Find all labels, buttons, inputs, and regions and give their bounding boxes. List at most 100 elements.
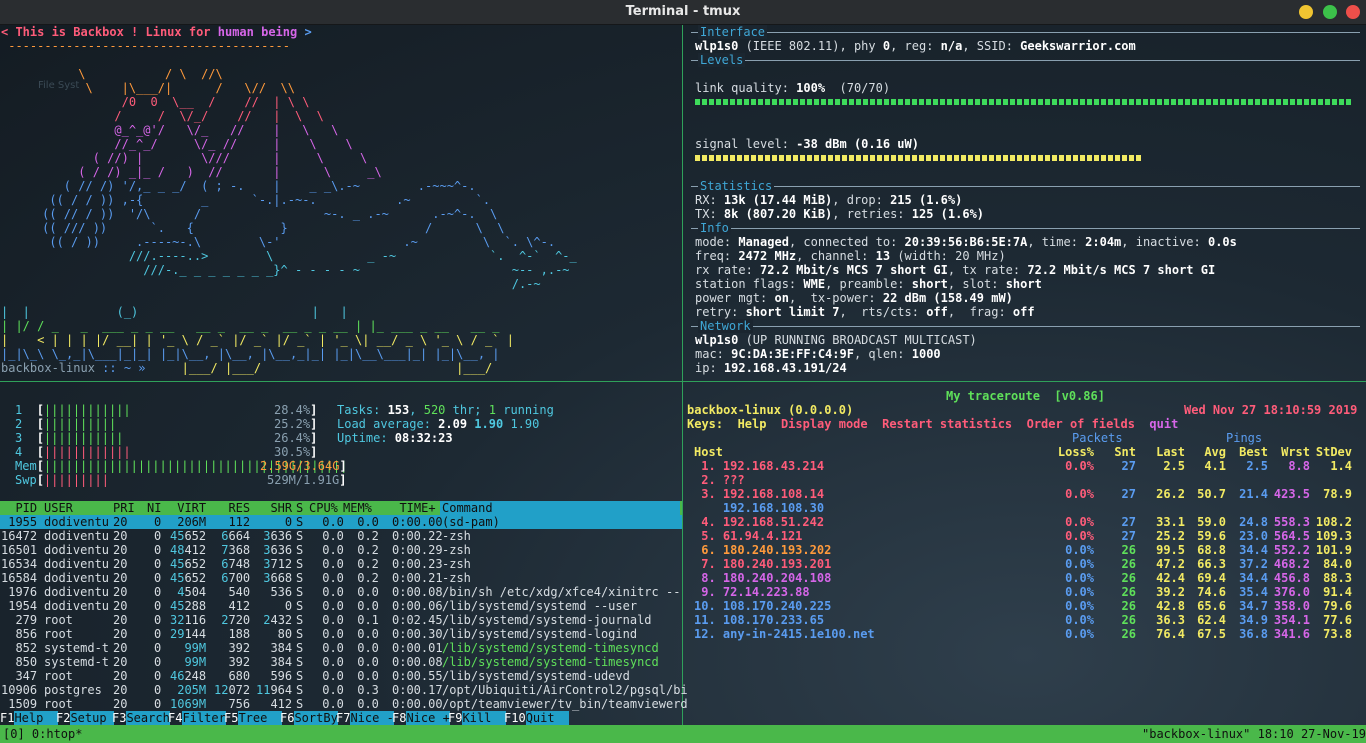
table-row[interactable]: 10906 postgres 20 0 205M 12072 11964 S 0.0 0.3…: [0, 683, 688, 697]
cell-time: 0:00.30: [392, 627, 443, 641]
col-time[interactable]: TIME+: [385, 501, 435, 515]
table-row[interactable]: 16501 dodiventu 20 0 48412 7368 3636 S 0.0 0.…: [0, 543, 682, 557]
col-cpu[interactable]: CPU%: [309, 501, 338, 515]
mtr-cell-avg: 68.8: [1197, 543, 1226, 557]
cell-user: dodiventu: [44, 599, 110, 613]
table-row[interactable]: 850 systemd-t 20 0 99M 392 384 S 0.0 0.0 0:00…: [0, 655, 682, 669]
col-pri[interactable]: PRI: [113, 501, 135, 515]
cell-s: S: [296, 655, 304, 669]
cell-shr: 536: [256, 585, 293, 599]
process-table-header[interactable]: PID USER PRI NI VIRT RES SHR S CPU% MEM%…: [0, 501, 682, 515]
cell-ni: 0: [154, 641, 162, 655]
key-restart-statistics[interactable]: Restart statistics: [882, 417, 1012, 431]
cell-pid: 347: [1, 669, 38, 683]
col-pid[interactable]: PID: [1, 501, 37, 515]
table-row[interactable]: 16584 dodiventu 20 0 45652 6700 3668 S 0.0 0.…: [0, 571, 682, 585]
fkey-f4[interactable]: F4Filter: [168, 711, 226, 725]
mtr-hop-host: 4. 192.168.51.242: [694, 515, 825, 529]
cell-mem: 0.2: [350, 529, 379, 543]
col-command[interactable]: Command: [442, 501, 493, 515]
shell-prompt[interactable]: backbox-linux :: ~ »: [1, 361, 146, 375]
table-row[interactable]: 852 systemd-t 20 0 99M 392 384 S 0.0 0.0 0:00…: [0, 641, 682, 655]
fkey-f10[interactable]: F10Quit: [504, 711, 570, 725]
cell-ni: 0: [154, 557, 162, 571]
mtr-col-last: Last: [1156, 445, 1185, 459]
cell-pri: 20: [113, 683, 128, 697]
info-line: mode: Managed, connected to: 20:39:56:B6…: [695, 235, 1237, 249]
minimize-button[interactable]: [1299, 5, 1313, 19]
col-virt[interactable]: VIRT: [170, 501, 206, 515]
cell-cpu: 0.0: [315, 571, 344, 585]
key-help[interactable]: Help: [738, 417, 767, 431]
fkey-f3[interactable]: F3Search: [112, 711, 170, 725]
cell-pid: 279: [1, 613, 38, 627]
cell-ni: 0: [154, 585, 162, 599]
terminal-area[interactable]: < This is Backbox ! Linux for human bein…: [0, 25, 1366, 725]
fkey-f9[interactable]: F9Kill: [448, 711, 506, 725]
cell-res: 2720: [221, 613, 251, 627]
col-ni[interactable]: NI: [147, 501, 161, 515]
cell-pri: 20: [113, 641, 128, 655]
cell-ni: 0: [154, 515, 162, 529]
key-quit[interactable]: quit: [1149, 417, 1178, 431]
cell-cmd: /lib/systemd/systemd-logind: [442, 627, 638, 641]
wavemon-network-box: Network: [691, 319, 1360, 333]
cell-pri: 20: [113, 669, 128, 683]
fkey-f7[interactable]: F7Nice -: [336, 711, 394, 725]
cell-mem: 0.1: [350, 613, 379, 627]
table-row[interactable]: 347 root 20 0 46248 680 596 S 0.0 0.0 0:00.55/…: [0, 669, 682, 683]
cell-shr: 2432: [263, 613, 293, 627]
key-display-mode[interactable]: Display mode: [781, 417, 868, 431]
tmux-window-list[interactable]: [0] 0:htop*: [3, 727, 82, 741]
cell-user: dodiventu: [44, 543, 110, 557]
key-order-of-fields[interactable]: Order of fields: [1027, 417, 1135, 431]
table-row[interactable]: 16472 dodiventu 20 0 45652 6664 3636 S 0.0 0.…: [0, 529, 682, 543]
cell-ni: 0: [154, 571, 162, 585]
col-res[interactable]: RES: [214, 501, 250, 515]
cell-pri: 20: [113, 543, 128, 557]
table-row[interactable]: 856 root 20 0 29144 188 80 S 0.0 0.0 0:00.30/l…: [0, 627, 682, 641]
mtr-cell-loss: 0.0%: [1065, 515, 1094, 529]
table-row[interactable]: 1954 dodiventu 20 0 45288 412 0S 0.0 0.0 0:00…: [0, 599, 682, 613]
col-user[interactable]: USER: [44, 501, 73, 515]
table-row[interactable]: 1509 root 20 0 1069M 756 412 S 0.0 0.0 0:00.00…: [0, 697, 687, 711]
mtr-cell-wrst: 558.3: [1273, 515, 1310, 529]
cell-user: root: [44, 613, 73, 627]
table-row[interactable]: 16534 dodiventu 20 0 45652 6748 3712 S 0.0 0.…: [0, 557, 682, 571]
mtr-cell-wrst: 564.5: [1273, 529, 1310, 543]
cell-user: root: [44, 697, 73, 711]
cell-cpu: 0.0: [315, 627, 344, 641]
cell-cpu: 0.0: [315, 515, 344, 529]
mtr-cell-loss: 0.0%: [1065, 557, 1094, 571]
table-row[interactable]: 1976 dodiventu 20 0 4504 540 536 S 0.0 0.0 0:…: [0, 585, 682, 599]
cell-res: 392: [214, 655, 251, 669]
mtr-cell-last: 42.8: [1156, 599, 1185, 613]
cell-time: 0:00.29: [392, 543, 443, 557]
network-header: Network: [698, 319, 753, 333]
fkey-f1[interactable]: F1Help: [0, 711, 58, 725]
pane-banner[interactable]: < This is Backbox ! Linux for human bein…: [0, 25, 682, 381]
table-row[interactable]: 279 root 20 0 32116 2720 2432 S 0.0 0.1 0:02.4…: [0, 613, 682, 627]
col-mem[interactable]: MEM%: [343, 501, 372, 515]
fkey-f5[interactable]: F5Tree: [224, 711, 282, 725]
cell-res: 12072: [214, 683, 251, 697]
cell-shr: 384: [256, 641, 293, 655]
col-shr[interactable]: SHR: [256, 501, 292, 515]
cell-mem: 0.2: [350, 571, 379, 585]
cell-pri: 20: [113, 697, 128, 711]
mtr-date: Wed Nov 27 18:10:59 2019: [1184, 403, 1358, 417]
fkey-f2[interactable]: F2Setup: [56, 711, 114, 725]
table-row[interactable]: 1955 dodiventu 20 0 206M 112 0S 0.0 0.0 0:00…: [0, 515, 682, 529]
maximize-button[interactable]: [1323, 5, 1337, 19]
mtr-hop-host: 5. 61.94.4.121: [694, 529, 803, 543]
cell-cmd: (sd-pam): [442, 515, 500, 529]
fkey-f8[interactable]: F8Nice +: [392, 711, 450, 725]
mtr-col-best: Best: [1239, 445, 1268, 459]
col-state[interactable]: S: [296, 501, 303, 515]
cell-mem: 0.3: [350, 683, 379, 697]
cell-cmd: /bin/sh /etc/xdg/xfce4/xinitrc --: [442, 585, 681, 599]
function-key-bar[interactable]: F1Help F2Setup F3Search F4Filter F5Tree F6…: [0, 711, 682, 725]
banner-line: < This is Backbox ! Linux for human bein…: [1, 25, 312, 39]
fkey-f6[interactable]: F6SortBy: [280, 711, 338, 725]
close-button[interactable]: [1346, 5, 1360, 19]
